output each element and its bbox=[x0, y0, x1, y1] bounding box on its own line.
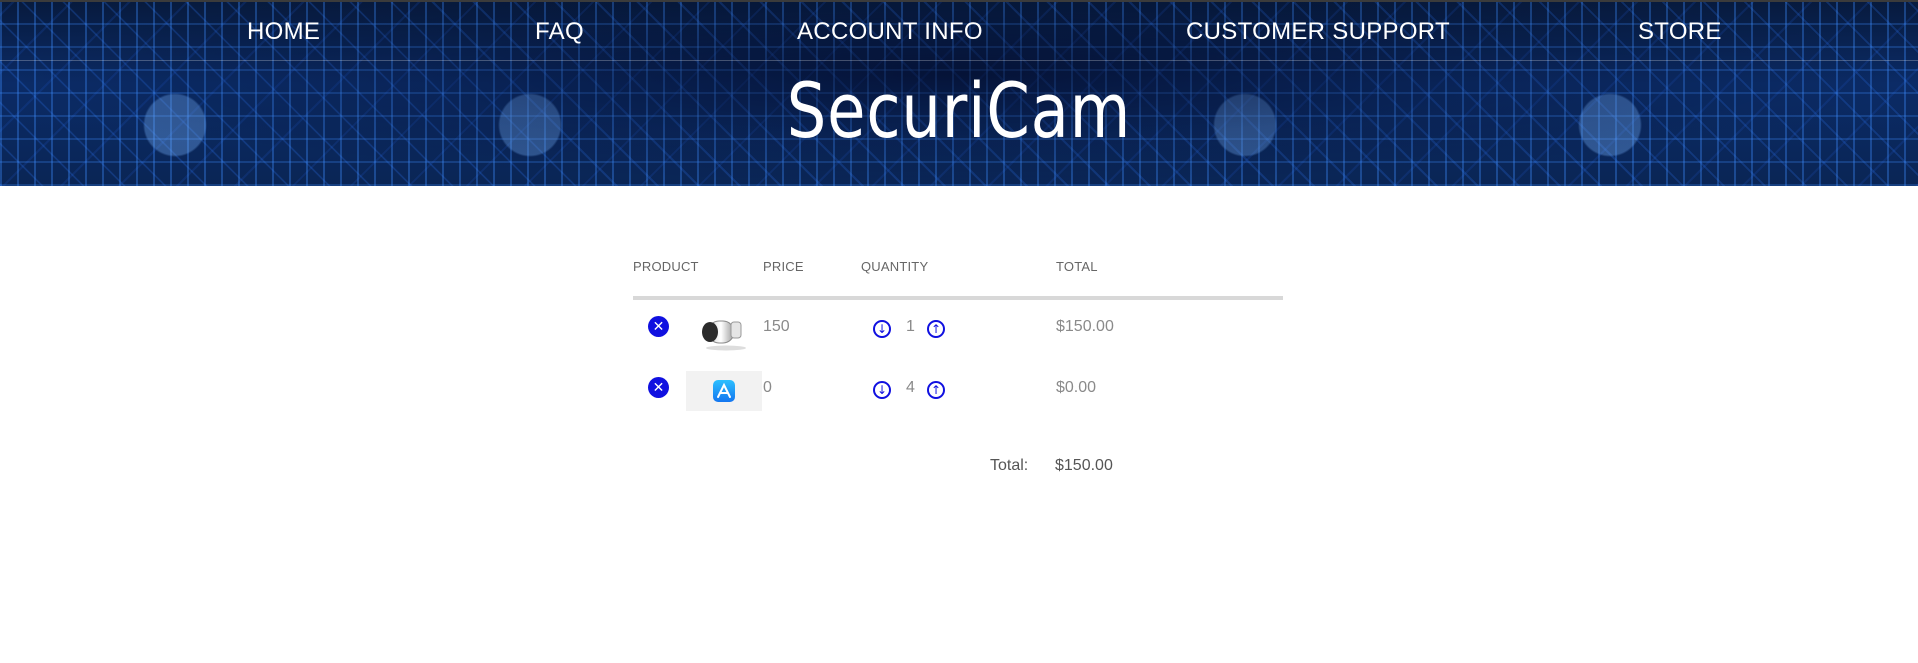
app-store-icon bbox=[713, 380, 735, 402]
decrease-quantity-button[interactable]: ↓ bbox=[873, 320, 891, 338]
nav-home[interactable]: HOME bbox=[247, 18, 320, 46]
site-logo-text: SecuriCam bbox=[786, 66, 1132, 155]
item-quantity: 4 bbox=[906, 379, 915, 396]
column-header-total: TOTAL bbox=[1056, 259, 1098, 274]
nav-customer-support[interactable]: CUSTOMER SUPPORT bbox=[1186, 18, 1450, 46]
remove-item-button[interactable]: ✕ bbox=[648, 377, 669, 398]
increase-quantity-button[interactable]: ↑ bbox=[927, 320, 945, 338]
security-camera-icon bbox=[702, 320, 746, 351]
remove-item-button[interactable]: ✕ bbox=[648, 316, 669, 337]
product-thumbnail-app bbox=[686, 371, 762, 411]
increase-quantity-button[interactable]: ↑ bbox=[927, 381, 945, 399]
item-price: 0 bbox=[763, 379, 772, 396]
item-price: 150 bbox=[763, 318, 790, 335]
item-quantity: 1 bbox=[906, 318, 915, 335]
item-total: $150.00 bbox=[1056, 318, 1114, 335]
cart-total-value: $150.00 bbox=[1055, 457, 1113, 474]
item-total: $0.00 bbox=[1056, 379, 1097, 396]
column-header-product: PRODUCT bbox=[633, 259, 699, 274]
product-thumbnail-camera bbox=[686, 312, 762, 352]
top-nav: HOME FAQ ACCOUNT INFO CUSTOMER SUPPORT S… bbox=[0, 0, 1918, 61]
decrease-quantity-button[interactable]: ↓ bbox=[873, 381, 891, 399]
cart-total-label: Total: bbox=[990, 457, 1029, 474]
column-header-price: PRICE bbox=[763, 259, 804, 274]
nav-account-info[interactable]: ACCOUNT INFO bbox=[797, 18, 983, 46]
site-header: HOME FAQ ACCOUNT INFO CUSTOMER SUPPORT S… bbox=[0, 0, 1918, 186]
column-header-quantity: QUANTITY bbox=[861, 259, 929, 274]
nav-store[interactable]: STORE bbox=[1638, 18, 1722, 46]
nav-faq[interactable]: FAQ bbox=[535, 18, 584, 46]
table-row: ✕ 150 ↓ 1 ↑ $150.00 bbox=[633, 316, 1283, 366]
table-row: ✕ 0 ↓ 4 ↑ $0.00 bbox=[633, 371, 1283, 427]
header-divider bbox=[633, 296, 1283, 300]
